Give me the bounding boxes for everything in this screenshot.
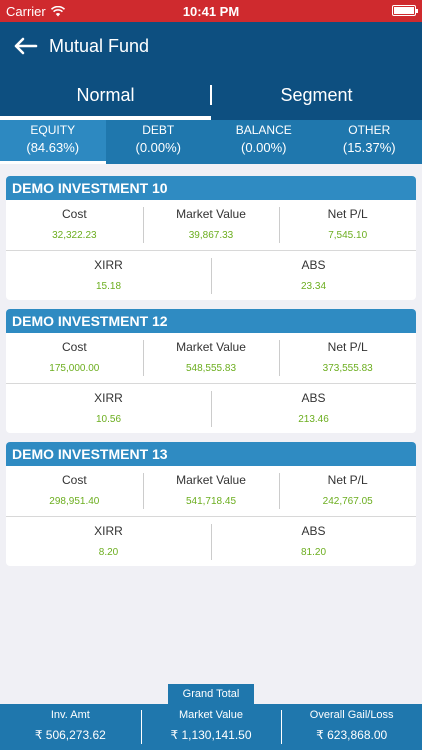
tab-other-label: OTHER [348,123,391,137]
investment-returns-row: XIRR 15.18 ABS 23.34 [6,250,416,300]
page-title: Mutual Fund [49,35,150,56]
cost-cell: Cost 32,322.23 [6,207,143,243]
abs-label: ABS [301,523,326,538]
investment-values-row: Cost 32,322.23 Market Value 39,867.33 Ne… [6,200,416,250]
abs-value: 23.34 [300,280,327,292]
investment-list: DEMO INVESTMENT 10 Cost 32,322.23 Market… [6,176,416,575]
net-pl-value: 242,767.05 [322,496,373,507]
investment-name: DEMO INVESTMENT 13 [6,442,416,466]
cost-label: Cost [61,340,87,354]
xirr-cell: XIRR 15.18 [6,258,211,294]
net-pl-value: 373,555.83 [322,363,373,374]
investment-returns-row: XIRR 8.20 ABS 81.20 [6,516,416,566]
nav-bar: Mutual Fund [0,22,422,70]
cost-label: Cost [61,473,87,487]
grand-inv-amt-label: Inv. Amt [50,709,90,721]
grand-overall-cell: Overall Gail/Loss ₹ 623,868.00 [281,704,422,750]
tab-balance-percent: (0.00%) [240,140,287,155]
net-pl-label: Net P/L [327,473,368,487]
status-time: 10:41 PM [182,4,240,19]
tab-debt-percent: (0.00%) [135,140,182,155]
investment-values-row: Cost 298,951.40 Market Value 541,718.45 … [6,466,416,516]
cost-label: Cost [61,207,87,221]
tab-equity-percent: (84.63%) [26,140,80,155]
tab-segment-label: Segment [280,84,353,105]
market-value-value: 548,555.83 [185,363,237,374]
cost-cell: Cost 175,000.00 [6,340,143,376]
abs-cell: ABS 213.46 [211,390,416,427]
grand-total-tab[interactable]: Grand Total [168,684,254,704]
tab-other[interactable]: OTHER (15.37%) [317,120,422,164]
tab-other-percent: (15.37%) [342,140,396,155]
market-value-value: 39,867.33 [188,230,234,241]
investment-card[interactable]: DEMO INVESTMENT 13 Cost 298,951.40 Marke… [6,442,416,566]
grand-market-value-label: Market Value [179,709,243,721]
abs-cell: ABS 23.34 [211,257,416,294]
xirr-value: 15.18 [95,280,122,292]
grand-overall-label: Overall Gail/Loss [309,709,394,721]
cost-value: 32,322.23 [52,230,97,241]
investment-name: DEMO INVESTMENT 10 [6,176,416,200]
net-pl-cell: Net P/L 242,767.05 [279,473,416,509]
back-arrow-icon[interactable] [12,36,40,56]
tab-normal[interactable]: Normal [0,70,211,120]
abs-value: 213.46 [298,413,329,425]
status-bar: Carrier 10:41 PM [0,0,422,22]
net-pl-label: Net P/L [327,207,368,221]
xirr-value: 10.56 [95,413,122,425]
abs-cell: ABS 81.20 [211,523,416,560]
category-tabs: EQUITY (84.63%) DEBT (0.00%) BALANCE (0.… [0,120,422,164]
grand-market-value-cell: Market Value ₹ 1,130,141.50 [140,704,282,750]
xirr-label: XIRR [94,257,123,272]
tab-balance[interactable]: BALANCE (0.00%) [211,120,317,164]
tab-debt[interactable]: DEBT (0.00%) [106,120,212,164]
net-pl-label: Net P/L [327,340,368,354]
tab-equity[interactable]: EQUITY (84.63%) [0,120,106,164]
grand-market-value-value: ₹ 1,130,141.50 [170,728,252,742]
grand-inv-amt-cell: Inv. Amt ₹ 506,273.62 [0,704,141,750]
grand-inv-amt-value: ₹ 506,273.62 [34,728,106,742]
investment-name: DEMO INVESTMENT 12 [6,309,416,333]
segment-control: Normal Segment [0,70,422,120]
investment-card[interactable]: DEMO INVESTMENT 12 Cost 175,000.00 Marke… [6,309,416,433]
xirr-cell: XIRR 8.20 [6,524,211,560]
market-value-label: Market Value [176,473,246,487]
abs-label: ABS [301,390,326,405]
investment-values-row: Cost 175,000.00 Market Value 548,555.83 … [6,333,416,383]
market-value-label: Market Value [176,340,246,354]
tab-segment[interactable]: Segment [211,70,422,120]
cost-value: 298,951.40 [49,496,100,507]
market-value-cell: Market Value 541,718.45 [142,473,280,509]
tab-equity-label: EQUITY [30,123,76,137]
xirr-cell: XIRR 10.56 [6,391,211,427]
tab-debt-label: DEBT [142,123,175,137]
xirr-label: XIRR [94,523,123,538]
net-pl-cell: Net P/L 7,545.10 [279,207,416,243]
tab-balance-label: BALANCE [235,123,292,137]
market-value-cell: Market Value 548,555.83 [142,340,280,376]
cost-cell: Cost 298,951.40 [6,473,143,509]
xirr-value: 8.20 [98,546,119,558]
net-pl-cell: Net P/L 373,555.83 [279,340,416,376]
tab-normal-label: Normal [76,84,135,105]
net-pl-value: 7,545.10 [328,230,368,241]
battery-icon [392,5,418,16]
grand-total-bar: Inv. Amt ₹ 506,273.62 Market Value ₹ 1,1… [0,704,422,750]
market-value-label: Market Value [176,207,246,221]
investment-card[interactable]: DEMO INVESTMENT 10 Cost 32,322.23 Market… [6,176,416,300]
investment-returns-row: XIRR 10.56 ABS 213.46 [6,383,416,433]
market-value-value: 541,718.45 [185,496,237,507]
market-value-cell: Market Value 39,867.33 [142,207,280,243]
abs-value: 81.20 [300,546,327,558]
xirr-label: XIRR [94,390,123,405]
abs-label: ABS [301,257,326,272]
grand-overall-value: ₹ 623,868.00 [316,728,388,742]
cost-value: 175,000.00 [49,363,100,374]
